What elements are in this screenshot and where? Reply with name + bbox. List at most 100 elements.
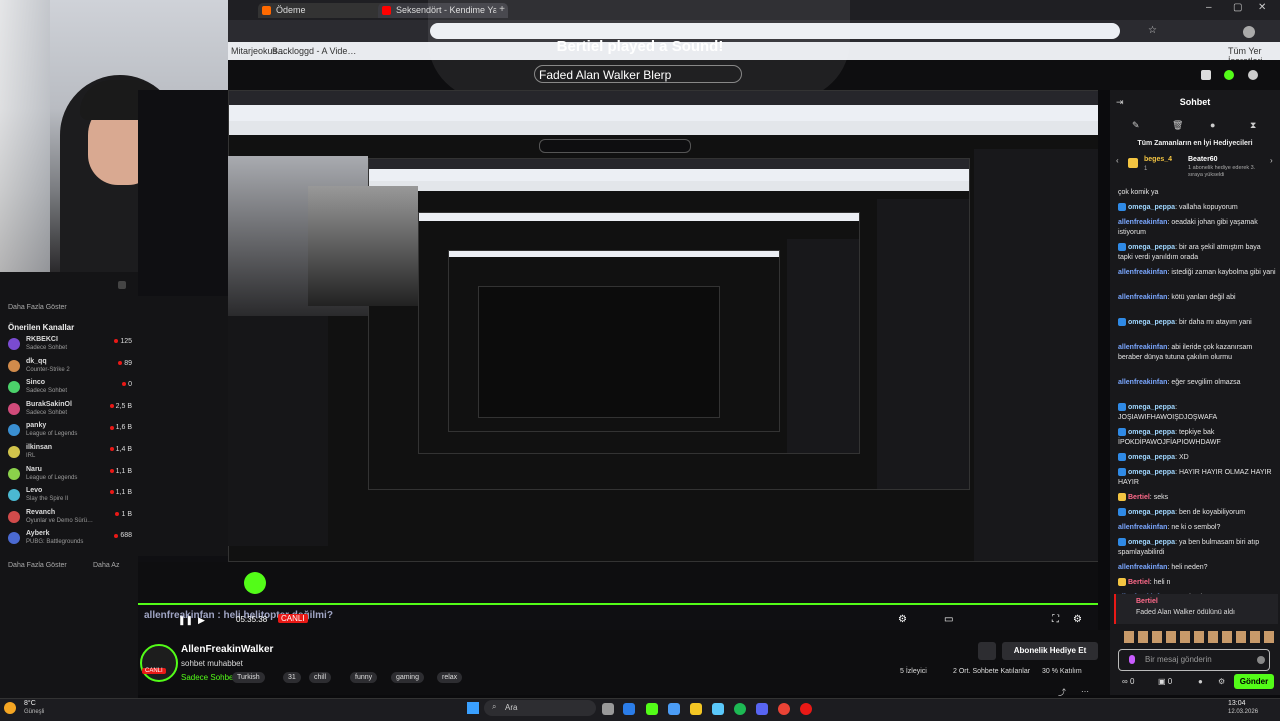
chat-username[interactable]: omega_peppa (1128, 404, 1175, 411)
channel-points-2[interactable]: ▣ 0 (1158, 677, 1172, 686)
stream-tag[interactable]: Turkish (232, 672, 265, 683)
folder-icon[interactable] (690, 703, 702, 715)
chat-username[interactable]: Bertiel (1128, 579, 1150, 586)
settings-icon[interactable]: ⚙ (898, 614, 907, 625)
chat-username[interactable]: allenfreakinfan (1118, 379, 1167, 386)
stream-tag[interactable]: 31 (283, 672, 301, 683)
chat-username[interactable]: allenfreakinfan (1118, 294, 1167, 301)
chat-username[interactable]: omega_peppa (1128, 454, 1175, 461)
hourglass-icon[interactable]: ⧗ (1250, 120, 1256, 131)
chat-message: omega_peppa: ben de koyabiliyorum (1118, 508, 1276, 518)
minimize-button[interactable]: – (1206, 2, 1212, 13)
channel-name[interactable]: AllenFreakinWalker (181, 644, 273, 655)
more-icon[interactable]: ⋯ (1081, 687, 1089, 696)
gift-sub-button[interactable]: Abonelik Hediye Et (1002, 642, 1098, 660)
maximize-button[interactable]: ▢ (1233, 2, 1242, 13)
show-less-link[interactable]: Daha Az (93, 562, 119, 569)
share-icon[interactable]: ⤴ (1058, 687, 1066, 698)
channel-avatar[interactable] (140, 644, 178, 682)
sidebar-channel[interactable]: dk_qq Counter-Strike 2 89 (6, 358, 132, 376)
stream-title: sohbet muhabbet (181, 659, 243, 668)
stream-progress-bar[interactable] (138, 603, 1098, 605)
gifter-name[interactable]: Beater60 (1188, 156, 1218, 163)
stream-tag[interactable]: chill (309, 672, 332, 683)
close-window-button[interactable]: ✕ (1258, 2, 1266, 13)
trash-icon[interactable]: 🗑 (1172, 120, 1183, 131)
taskbar-search[interactable]: ⌕ Ara (484, 700, 596, 716)
brand-logo-icon[interactable] (1224, 70, 1234, 80)
chat-username[interactable]: omega_peppa (1128, 319, 1175, 326)
bookmark-item[interactable]: Backloggd - A Vide… (272, 46, 356, 56)
chat-input[interactable]: Bir mesaj gönderin (1118, 649, 1270, 671)
chrome-icon[interactable] (778, 703, 790, 715)
sidebar-channel[interactable]: Levo Slay the Spire II 1,1 B (6, 487, 132, 505)
chat-username[interactable]: omega_peppa (1128, 509, 1175, 516)
collapse-sidebar-icon[interactable] (118, 281, 126, 289)
skip-forward-icon[interactable]: ▶ (198, 615, 205, 626)
alert-sound-name: Faded Alan Walker Blerp (534, 65, 742, 83)
sidebar-channel[interactable]: Ayberk PUBG: Battlegrounds 688 (6, 530, 132, 548)
sidebar-channel[interactable]: BurakSakinOl Sadece Sohbet 2,5 B (6, 401, 132, 419)
stream-video[interactable]: allenfreakinfan : heli helitopter değilm… (138, 90, 1098, 630)
store-icon[interactable] (712, 703, 724, 715)
chat-username[interactable]: allenfreakinfan (1118, 524, 1167, 531)
sidebar-channel[interactable]: Naru League of Legends 1,1 B (6, 466, 132, 484)
chat-username[interactable]: omega_peppa (1128, 429, 1175, 436)
stream-tag[interactable]: funny (350, 672, 378, 683)
weather-label: Güneşli (24, 709, 45, 715)
sub-badge-icon (1118, 318, 1126, 327)
show-more-link[interactable]: Daha Fazla Göster (8, 562, 67, 569)
channel-name: ilkinsan (26, 444, 53, 451)
theatre-mode-icon[interactable]: ▭ (944, 614, 953, 625)
user-avatar[interactable] (1248, 70, 1258, 80)
edge-icon[interactable] (623, 703, 635, 715)
chat-username[interactable]: allenfreakinfan (1118, 269, 1167, 276)
play-pause-button[interactable]: ❚❚ (178, 615, 193, 626)
chat-username[interactable]: omega_peppa (1128, 539, 1175, 546)
bookmark-star-icon[interactable]: ☆ (1148, 25, 1157, 36)
chat-username[interactable]: Bertiel (1128, 494, 1150, 501)
mic-icon (1129, 655, 1135, 664)
sidebar-channel[interactable]: RKBEKCI Sadece Sohbet 125 (6, 336, 132, 354)
emote-row[interactable] (1124, 631, 1274, 643)
fullscreen-icon[interactable]: ⛶ (1052, 614, 1059, 625)
chat-username[interactable]: omega_peppa (1128, 469, 1175, 476)
tab-odeme[interactable]: Ödeme (258, 3, 388, 18)
chat-message: omega_peppa: tepkiye bak İPOKDİPAWOJFİAP… (1118, 428, 1221, 446)
stream-tag[interactable]: gaming (391, 672, 424, 683)
file-explorer-icon[interactable] (668, 703, 680, 715)
category-link[interactable]: Sadece Sohbet (181, 673, 236, 682)
profile-avatar[interactable] (1243, 26, 1255, 38)
discord-icon[interactable] (756, 703, 768, 715)
channel-name: panky (26, 422, 47, 430)
channel-points[interactable]: ∞ 0 (1122, 677, 1134, 686)
gifter-name[interactable]: beges_4 (1144, 156, 1172, 163)
stream-tag[interactable]: relax (437, 672, 463, 683)
obs-icon[interactable] (800, 703, 812, 715)
settings-icon[interactable]: ⚙ (1218, 677, 1225, 686)
spotify-icon[interactable] (734, 703, 746, 715)
next-gifter-icon[interactable]: › (1270, 156, 1273, 165)
chat-username[interactable]: allenfreakinfan (1118, 344, 1167, 351)
chat-username[interactable]: allenfreakinfan (1118, 219, 1167, 226)
sidebar-channel[interactable]: Revanch Oyunlar ve Demo Sürü… 1 B (6, 509, 132, 527)
sidebar-channel[interactable]: Sinco Sadece Sohbet 0 (6, 379, 132, 397)
sidebar-channel[interactable]: ilkinsan IRL 1,4 B (6, 444, 132, 462)
gear-icon[interactable]: ⚙ (1073, 614, 1082, 625)
send-button[interactable]: Gönder (1234, 674, 1274, 689)
chat-username[interactable]: omega_peppa (1128, 204, 1175, 211)
notifications-icon[interactable] (1201, 70, 1211, 80)
channel-viewers: 89 (118, 360, 132, 367)
start-button[interactable] (467, 702, 479, 714)
share-button[interactable] (978, 642, 996, 660)
pin-icon[interactable]: ✎ (1132, 120, 1140, 131)
chat-username[interactable]: allenfreakinfan (1118, 564, 1167, 571)
task-view-icon[interactable] (602, 703, 614, 715)
prev-gifter-icon[interactable]: ‹ (1116, 156, 1119, 165)
app-icon[interactable] (646, 703, 658, 715)
chat-bubble-icon[interactable]: ● (1210, 120, 1215, 130)
chat-username[interactable]: omega_peppa (1128, 244, 1175, 251)
chat-bubble-icon[interactable]: ● (1198, 677, 1203, 686)
show-more-link[interactable]: Daha Fazla Göster (8, 304, 67, 311)
sidebar-channel[interactable]: panky League of Legends 1,6 B (6, 422, 132, 440)
